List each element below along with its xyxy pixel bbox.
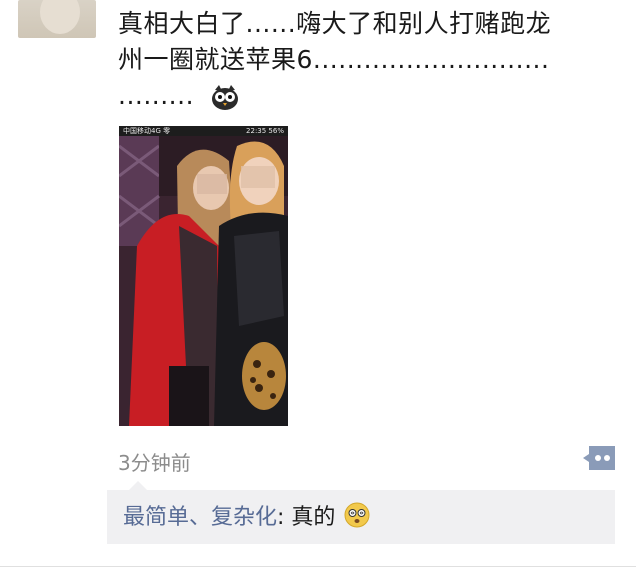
comment-text: 真的 — [291, 505, 336, 530]
avatar-image — [40, 0, 80, 34]
carrier-label: 中国移动4G 零 — [123, 127, 171, 135]
comment-item[interactable]: 最简单、复杂化: 真的 — [123, 502, 370, 533]
photo-image — [119, 136, 288, 426]
time-battery-label: 22:35 56% — [246, 127, 284, 135]
post-text: 真相大白了......嗨大了和别人打赌跑龙 州一圈就送苹果6..........… — [118, 6, 618, 114]
owl-emoji-icon — [212, 85, 239, 110]
post-text-line-1: 真相大白了......嗨大了和别人打赌跑龙 — [118, 9, 552, 38]
divider — [0, 566, 636, 567]
post-text-line-3-dots: ......... — [118, 81, 195, 110]
post-timestamp: 3分钟前 — [118, 451, 191, 475]
comment-colon: : — [277, 505, 292, 530]
post-photo[interactable]: 中国移动4G 零 22:35 56% — [119, 126, 288, 426]
moments-post: 真相大白了......嗨大了和别人打赌跑龙 州一圈就送苹果6..........… — [0, 0, 636, 572]
commenter-name[interactable]: 最简单、复杂化 — [123, 505, 277, 530]
comment-more-icon[interactable] — [581, 444, 617, 472]
dizzy-face-emoji-icon — [344, 502, 370, 528]
post-text-line-3: ......... — [118, 78, 618, 114]
photo-status-bar: 中国移动4G 零 22:35 56% — [119, 126, 288, 136]
avatar[interactable] — [18, 0, 96, 38]
comment-section: 最简单、复杂化: 真的 — [107, 481, 615, 544]
post-text-line-2: 州一圈就送苹果6............................ — [118, 45, 550, 74]
